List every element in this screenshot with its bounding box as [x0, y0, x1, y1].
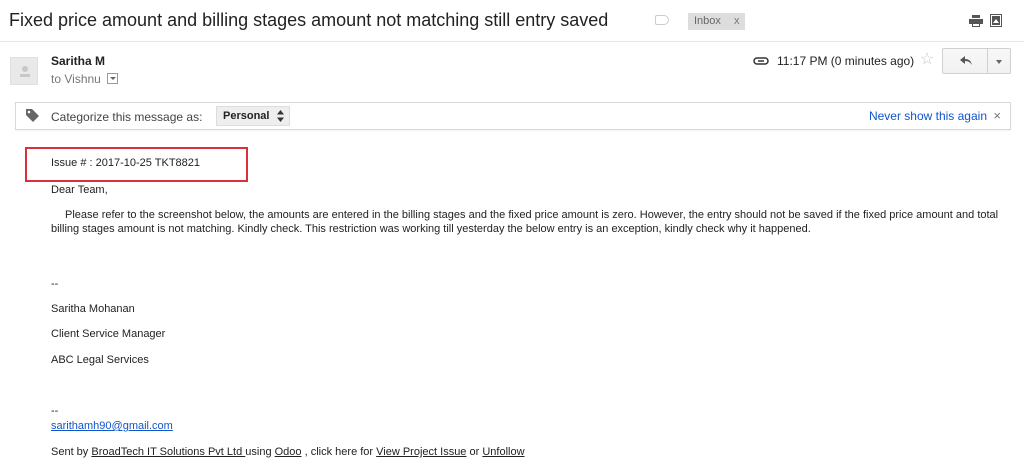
inbox-label-chip[interactable]: Inbox x — [688, 13, 746, 30]
avatar — [10, 57, 38, 85]
inbox-label: Inbox — [694, 15, 721, 27]
attachment-icon — [753, 57, 769, 65]
category-selected-value: Personal — [223, 110, 270, 122]
email-subject: Fixed price amount and billing stages am… — [9, 10, 609, 30]
body-paragraph-text: Please refer to the screenshot below, th… — [51, 209, 999, 235]
email-link[interactable]: sarithamh90@gmail.com — [51, 420, 173, 432]
greeting: Dear Team, — [51, 184, 108, 196]
unfollow-link[interactable]: Unfollow — [482, 446, 524, 458]
category-select[interactable]: Personal — [216, 106, 291, 126]
sent-by-prefix: Sent by — [51, 446, 89, 458]
reply-icon — [960, 56, 972, 65]
more-dropdown-icon[interactable] — [987, 48, 1011, 74]
signature-name: Saritha Mohanan — [51, 303, 135, 315]
odoo-link[interactable]: Odoo — [275, 446, 302, 458]
avatar-icon — [20, 66, 30, 77]
print-icon[interactable] — [969, 15, 983, 27]
body-paragraph: Please refer to the screenshot below, th… — [51, 208, 1001, 236]
to-prefix: to — [51, 72, 62, 86]
signature-title: Client Service Manager — [51, 328, 166, 340]
categorize-label: Categorize this message as: — [51, 110, 203, 124]
signature-company: ABC Legal Services — [51, 354, 149, 366]
star-icon[interactable]: ☆ — [920, 52, 934, 68]
view-project-issue-link[interactable]: View Project Issue — [376, 446, 466, 458]
never-show-again-link[interactable]: Never show this again — [869, 109, 987, 123]
email-timestamp: 11:17 PM (0 minutes ago) — [777, 54, 915, 68]
recipient-name: Vishnu — [64, 72, 101, 86]
company-link[interactable]: BroadTech IT Solutions Pvt Ltd — [91, 446, 245, 458]
popout-icon[interactable] — [990, 14, 1002, 27]
sent-by-line: Sent by BroadTech IT Solutions Pvt Ltd u… — [51, 446, 525, 458]
using-text: using — [245, 446, 272, 458]
or-text: or — [469, 446, 480, 458]
email-address-line: sarithamh90@gmail.com — [51, 420, 173, 432]
sender-name[interactable]: Saritha M — [51, 54, 105, 68]
tag-icon — [26, 109, 39, 122]
remove-label-button[interactable]: x — [734, 15, 740, 27]
click-here-text: , click here for — [304, 446, 374, 458]
categorize-bar: Categorize this message as: Personal Nev… — [15, 102, 1011, 130]
signature-separator: -- — [51, 278, 59, 290]
label-tag-icon[interactable] — [655, 15, 669, 25]
show-details-button[interactable] — [107, 73, 119, 84]
signature-separator-2: -- — [51, 405, 59, 417]
issue-number: Issue # : 2017-10-25 TKT8821 — [51, 157, 201, 169]
updown-icon — [277, 110, 285, 122]
recipient-line: to Vishnu — [51, 72, 119, 86]
close-icon[interactable]: × — [993, 108, 1001, 123]
subject-bar: Fixed price amount and billing stages am… — [0, 0, 1024, 42]
reply-button[interactable] — [942, 48, 988, 74]
